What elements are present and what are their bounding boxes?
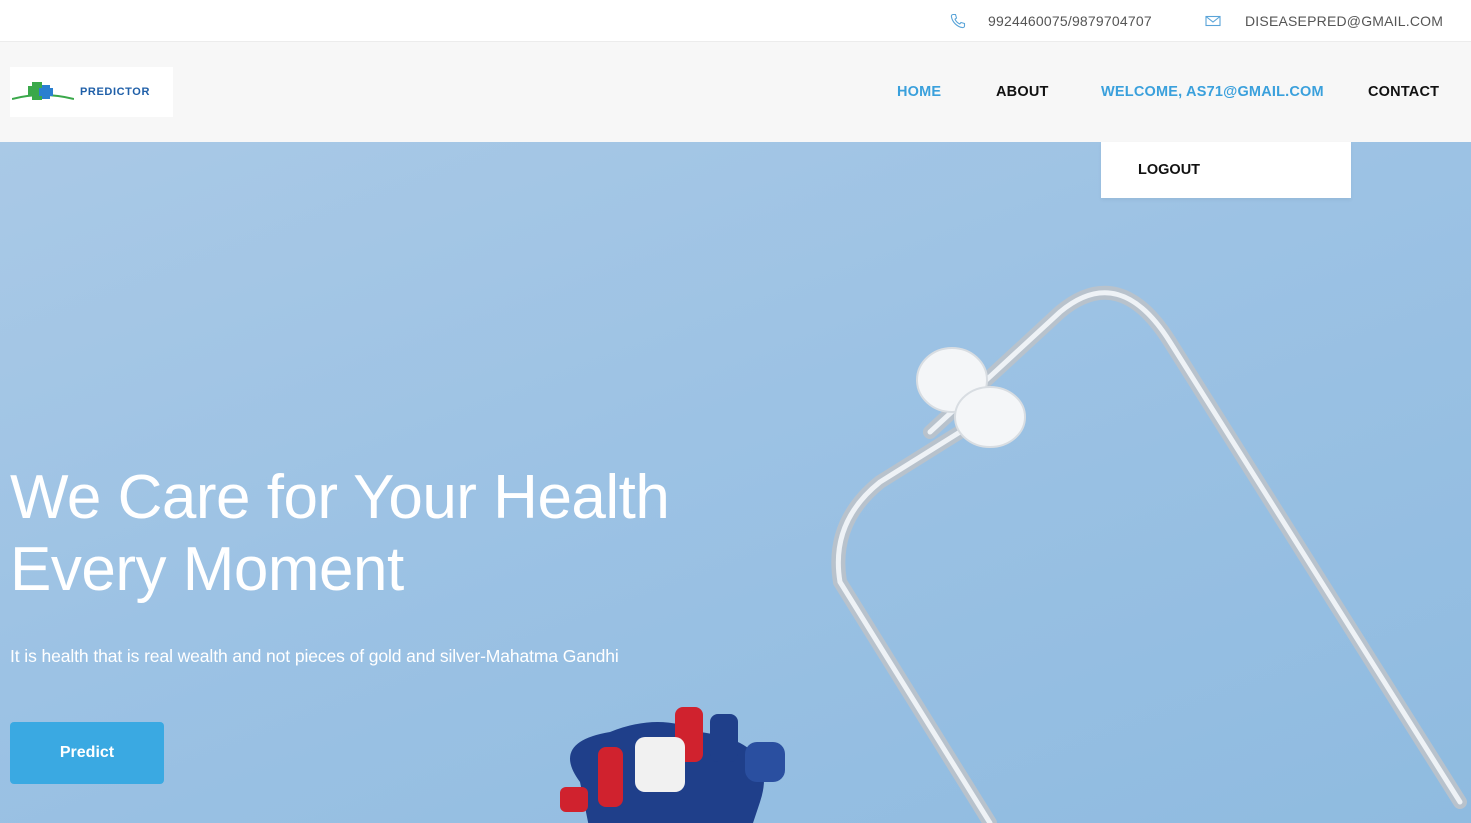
logo-text: PREDICTOR: [80, 86, 150, 98]
headline-line-2: Every Moment: [10, 535, 404, 604]
phone-icon: [950, 13, 966, 29]
email-contact[interactable]: DISEASEPRED@GMAIL.COM: [1205, 0, 1443, 42]
phone-number: 9924460075/9879704707: [988, 13, 1152, 29]
envelope-icon: [1205, 15, 1221, 27]
medical-cross-logo-icon: [12, 82, 74, 100]
nav-welcome-user[interactable]: WELCOME, AS71@GMAIL.COM: [1101, 42, 1324, 142]
hero-banner: We Care for Your Health Every Moment It …: [0, 142, 1471, 823]
email-address: DISEASEPRED@GMAIL.COM: [1245, 13, 1444, 29]
phone-contact[interactable]: 9924460075/9879704707: [950, 0, 1152, 42]
hero-quote: It is health that is real wealth and not…: [10, 646, 619, 666]
nav-about[interactable]: ABOUT: [996, 42, 1049, 142]
hero-headline: We Care for Your Health Every Moment: [10, 462, 710, 606]
logout-menu-item[interactable]: LOGOUT: [1138, 162, 1200, 178]
logo[interactable]: PREDICTOR: [10, 67, 173, 117]
main-header: PREDICTOR HOME ABOUT WELCOME, AS71@GMAIL…: [0, 42, 1471, 142]
predict-button[interactable]: Predict: [10, 722, 164, 784]
headline-line-1: We Care for Your Health: [10, 463, 670, 532]
top-contact-bar: 9924460075/9879704707 DISEASEPRED@GMAIL.…: [0, 0, 1471, 42]
nav-contact[interactable]: CONTACT: [1368, 42, 1439, 142]
nav-home[interactable]: HOME: [897, 42, 941, 142]
user-dropdown-menu: LOGOUT: [1101, 142, 1351, 198]
